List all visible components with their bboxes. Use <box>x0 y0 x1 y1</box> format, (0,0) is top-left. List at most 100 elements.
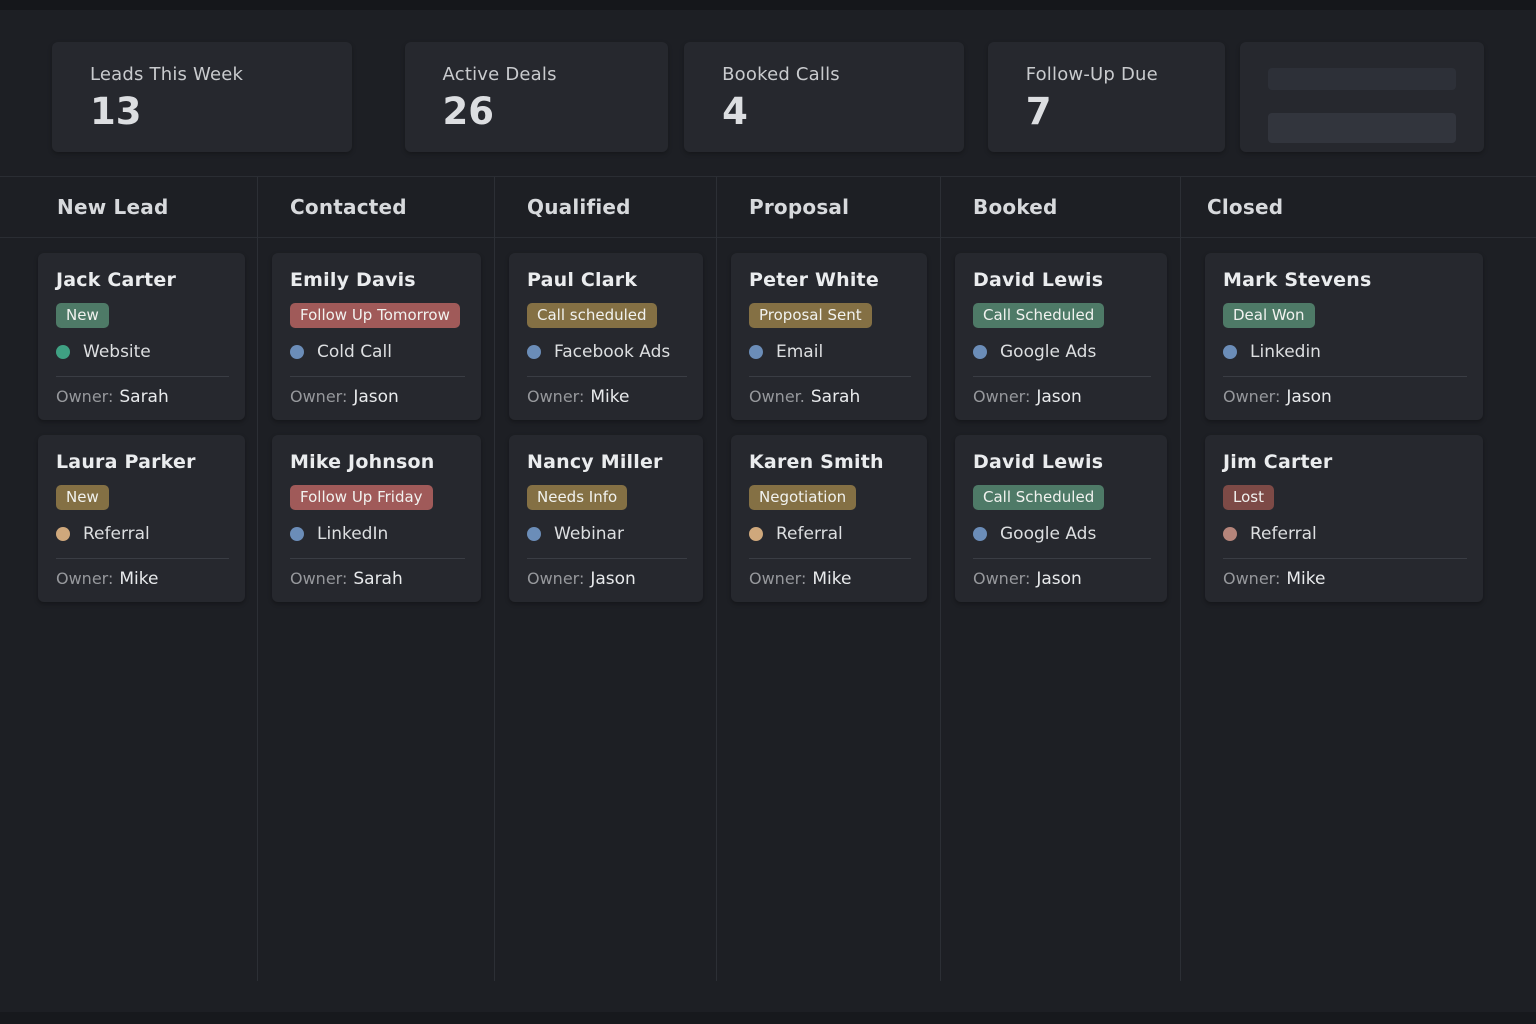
lead-name: Peter White <box>749 269 911 291</box>
source-label: Google Ads <box>1000 342 1096 362</box>
owner-name: Sarah <box>353 569 402 589</box>
status-badge: Follow Up Tomorrow <box>290 303 460 328</box>
owner-label: Owner: <box>290 387 347 406</box>
lead-name: Jack Carter <box>56 269 229 291</box>
status-badge: Negotiation <box>749 485 856 510</box>
owner-label: Owner: <box>749 569 806 588</box>
lead-card[interactable]: Jim Carter Lost Referral Owner:Mike <box>1205 435 1483 602</box>
column-title: Booked <box>973 195 1058 219</box>
stat-card: Leads This Week 13 <box>52 42 352 152</box>
source-row: Facebook Ads <box>527 342 687 362</box>
stat-label: Follow-Up Due <box>1026 64 1226 85</box>
pipeline-board: New Lead Jack Carter New Website Owner: S… <box>0 176 1536 981</box>
bottom-edge-strip <box>0 1012 1536 1024</box>
source-row: LinkedIn <box>290 524 465 544</box>
column-booked: Booked David Lewis Call Scheduled Google… <box>941 177 1181 981</box>
stat-label: Leads This Week <box>90 64 352 85</box>
stat-value: 13 <box>90 90 352 133</box>
placeholder-stat-card <box>1240 42 1484 152</box>
owner-label: Owner: <box>56 387 113 406</box>
owner-label: Owner. <box>749 387 805 406</box>
column-title: Qualified <box>527 195 631 219</box>
lead-name: Mike Johnson <box>290 451 465 473</box>
stat-card: Booked Calls 4 <box>684 42 964 152</box>
owner-row: Owner:Mike <box>527 387 687 407</box>
column-contacted: Contacted Emily Davis Follow Up Tomorrow… <box>258 177 495 981</box>
lead-name: Jim Carter <box>1223 451 1467 473</box>
status-badge: Proposal Sent <box>749 303 872 328</box>
source-label: Google Ads <box>1000 524 1096 544</box>
lead-card[interactable]: David Lewis Call Scheduled Google Ads Ow… <box>955 253 1167 420</box>
owner-name: Sarah <box>811 387 860 407</box>
owner-label: Owner: <box>527 387 584 406</box>
column-proposal: Proposal Peter White Proposal Sent Email… <box>717 177 941 981</box>
source-row: Google Ads <box>973 342 1151 362</box>
lead-name: Paul Clark <box>527 269 687 291</box>
status-badge: Follow Up Friday <box>290 485 433 510</box>
source-label: LinkedIn <box>317 524 388 544</box>
source-row: Webinar <box>527 524 687 544</box>
owner-name: Jason <box>1286 387 1331 407</box>
column-cards: Peter White Proposal Sent Email Owner. Sa… <box>717 238 940 602</box>
source-label: Webinar <box>554 524 624 544</box>
lead-card[interactable]: Laura Parker New Referral Owner:Mike <box>38 435 245 602</box>
column-title: Proposal <box>749 195 849 219</box>
owner-name: Mike <box>812 569 851 589</box>
source-row: Email <box>749 342 911 362</box>
column-new-lead: New Lead Jack Carter New Website Owner: S… <box>0 177 258 981</box>
source-row: Referral <box>56 524 229 544</box>
card-divider <box>56 376 229 377</box>
card-divider <box>973 376 1151 377</box>
source-label: Referral <box>83 524 150 544</box>
column-header: New Lead <box>0 177 257 238</box>
owner-name: Sarah <box>119 387 168 407</box>
column-cards: Mark Stevens Deal Won Linkedin Owner:Jas… <box>1181 238 1536 602</box>
lead-name: Laura Parker <box>56 451 229 473</box>
card-divider <box>1223 558 1467 559</box>
lead-card[interactable]: Paul Clark Call scheduled Facebook Ads O… <box>509 253 703 420</box>
owner-label: Owner: <box>527 569 584 588</box>
lead-card[interactable]: Emily Davis Follow Up Tomorrow Cold Call… <box>272 253 481 420</box>
owner-name: Mike <box>1286 569 1325 589</box>
column-cards: David Lewis Call Scheduled Google Ads Ow… <box>941 238 1180 602</box>
source-label: Referral <box>776 524 843 544</box>
status-badge: Lost <box>1223 485 1274 510</box>
lead-card[interactable]: Mark Stevens Deal Won Linkedin Owner:Jas… <box>1205 253 1483 420</box>
lead-card[interactable]: Peter White Proposal Sent Email Owner. Sa… <box>731 253 927 420</box>
status-badge: Call Scheduled <box>973 485 1104 510</box>
owner-row: Owner:Jason <box>290 387 465 407</box>
source-label: Referral <box>1250 524 1317 544</box>
source-row: Referral <box>1223 524 1467 544</box>
source-label: Linkedin <box>1250 342 1321 362</box>
owner-row: Owner: Jason <box>527 569 687 589</box>
lead-card[interactable]: David Lewis Call Scheduled Google Ads Ow… <box>955 435 1167 602</box>
source-row: Cold Call <box>290 342 465 362</box>
lead-card[interactable]: Mike Johnson Follow Up Friday LinkedIn O… <box>272 435 481 602</box>
source-row: Google Ads <box>973 524 1151 544</box>
owner-row: Owner:Mike <box>1223 569 1467 589</box>
source-label: Website <box>83 342 151 362</box>
card-divider <box>749 558 911 559</box>
lead-card[interactable]: Jack Carter New Website Owner: Sarah <box>38 253 245 420</box>
source-label: Cold Call <box>317 342 392 362</box>
card-divider <box>56 558 229 559</box>
source-dot-icon <box>1223 345 1237 359</box>
owner-label: Owner: <box>973 569 1030 588</box>
owner-label: Owner: <box>56 569 113 588</box>
card-divider <box>749 376 911 377</box>
source-dot-icon <box>527 527 541 541</box>
lead-name: Nancy Miller <box>527 451 687 473</box>
owner-name: Jason <box>590 569 635 589</box>
lead-card[interactable]: Nancy Miller Needs Info Webinar Owner:Ja… <box>509 435 703 602</box>
stat-label: Active Deals <box>443 64 669 85</box>
lead-card[interactable]: Karen Smith Negotiation Referral Owner:M… <box>731 435 927 602</box>
source-dot-icon <box>973 345 987 359</box>
source-row: Referral <box>749 524 911 544</box>
column-header: Proposal <box>717 177 940 238</box>
skeleton-bar <box>1268 113 1456 143</box>
column-title: Closed <box>1207 195 1283 219</box>
owner-row: Owner:Mike <box>56 569 229 589</box>
source-dot-icon <box>749 345 763 359</box>
status-badge: New <box>56 303 109 328</box>
owner-row: Owner:Jason <box>1223 387 1467 407</box>
